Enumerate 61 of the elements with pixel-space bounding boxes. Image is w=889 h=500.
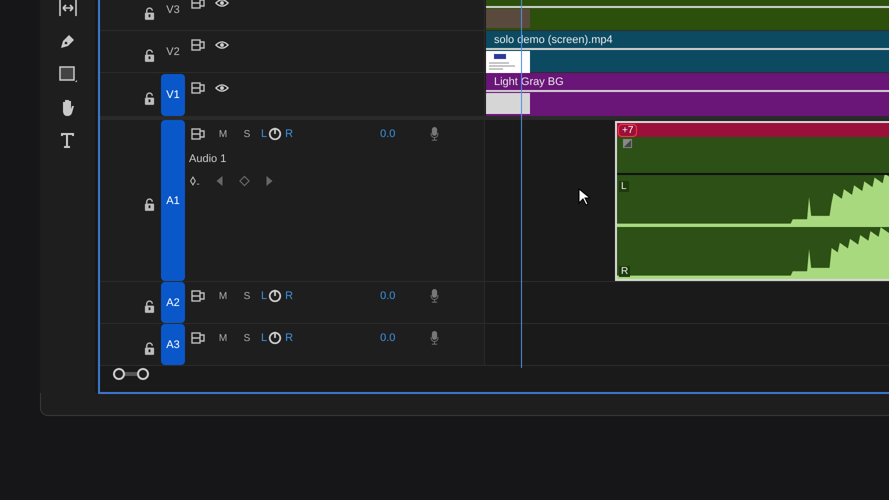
rectangle-icon[interactable] (58, 64, 78, 84)
photo-placeholder (486, 9, 530, 28)
track-target-button[interactable]: V3 (161, 0, 185, 30)
solo-button[interactable]: S (235, 332, 259, 344)
mute-button[interactable]: M (211, 128, 235, 140)
pan-knob-icon[interactable] (268, 127, 282, 141)
volume-value[interactable]: 0.0 (380, 128, 396, 140)
eye-icon[interactable] (215, 0, 229, 8)
lock-icon[interactable] (144, 342, 155, 355)
pan-left-label: L (261, 290, 268, 302)
pan-knob-icon[interactable] (268, 289, 282, 303)
volume-value[interactable]: 0.0 (380, 332, 396, 344)
sync-lock-icon[interactable] (191, 38, 205, 50)
pan-left-label: L (261, 128, 268, 140)
track-target-button[interactable]: A3 (161, 324, 185, 365)
fx-badge: +7 (618, 124, 638, 136)
pan-right-label: R (285, 332, 294, 344)
sync-lock-icon[interactable] (191, 0, 205, 8)
mute-button[interactable]: M (211, 332, 235, 344)
pan-right-label: R (285, 128, 294, 140)
microphone-icon[interactable] (430, 289, 440, 303)
thumbnail (486, 93, 530, 114)
pan-knob-icon[interactable] (268, 331, 282, 345)
solo-button[interactable]: S (235, 128, 259, 140)
clip-title: Light Gray BG (486, 75, 889, 92)
eye-icon[interactable] (215, 82, 229, 94)
previous-keyframe-icon[interactable] (214, 175, 225, 187)
add-keyframe-icon[interactable] (239, 175, 250, 187)
mouse-cursor-icon (578, 188, 590, 206)
ripple-edit-icon[interactable] (58, 0, 78, 18)
sync-lock-icon[interactable] (191, 82, 205, 94)
lock-icon[interactable] (144, 92, 155, 105)
lock-icon[interactable] (144, 49, 155, 62)
lock-icon[interactable] (144, 7, 155, 20)
volume-value[interactable]: 0.0 (380, 290, 396, 302)
video-clip[interactable]: Light Gray BG (486, 73, 889, 116)
screen-thumbnail-drawing (486, 51, 530, 73)
lock-icon[interactable] (144, 198, 155, 211)
solo-button[interactable]: S (235, 290, 259, 302)
audio-clip[interactable]: +7 L R (615, 121, 889, 281)
microphone-icon[interactable] (430, 127, 440, 141)
sync-lock-icon[interactable] (191, 332, 205, 344)
track-target-button[interactable]: V2 (161, 30, 185, 72)
sync-lock-icon[interactable] (191, 128, 205, 140)
pan-right-label: R (285, 290, 294, 302)
next-keyframe-icon[interactable] (264, 175, 275, 187)
eye-icon[interactable] (215, 38, 229, 50)
video-clip[interactable] (486, 0, 889, 30)
mute-button[interactable]: M (211, 290, 235, 302)
microphone-icon[interactable] (430, 331, 440, 345)
track-target-button[interactable]: V1 (161, 74, 185, 116)
lock-icon[interactable] (144, 300, 155, 313)
channel-label: L (619, 181, 629, 192)
sync-lock-icon[interactable] (191, 290, 205, 302)
track-target-button[interactable]: A2 (161, 282, 185, 323)
channel-label: R (619, 266, 630, 277)
keyframe-menu-icon[interactable] (189, 175, 200, 187)
fx-icon (623, 139, 632, 148)
track-target-button[interactable]: A1 (161, 120, 185, 281)
track-name: Audio 1 (189, 153, 228, 165)
pan-left-label: L (261, 332, 268, 344)
